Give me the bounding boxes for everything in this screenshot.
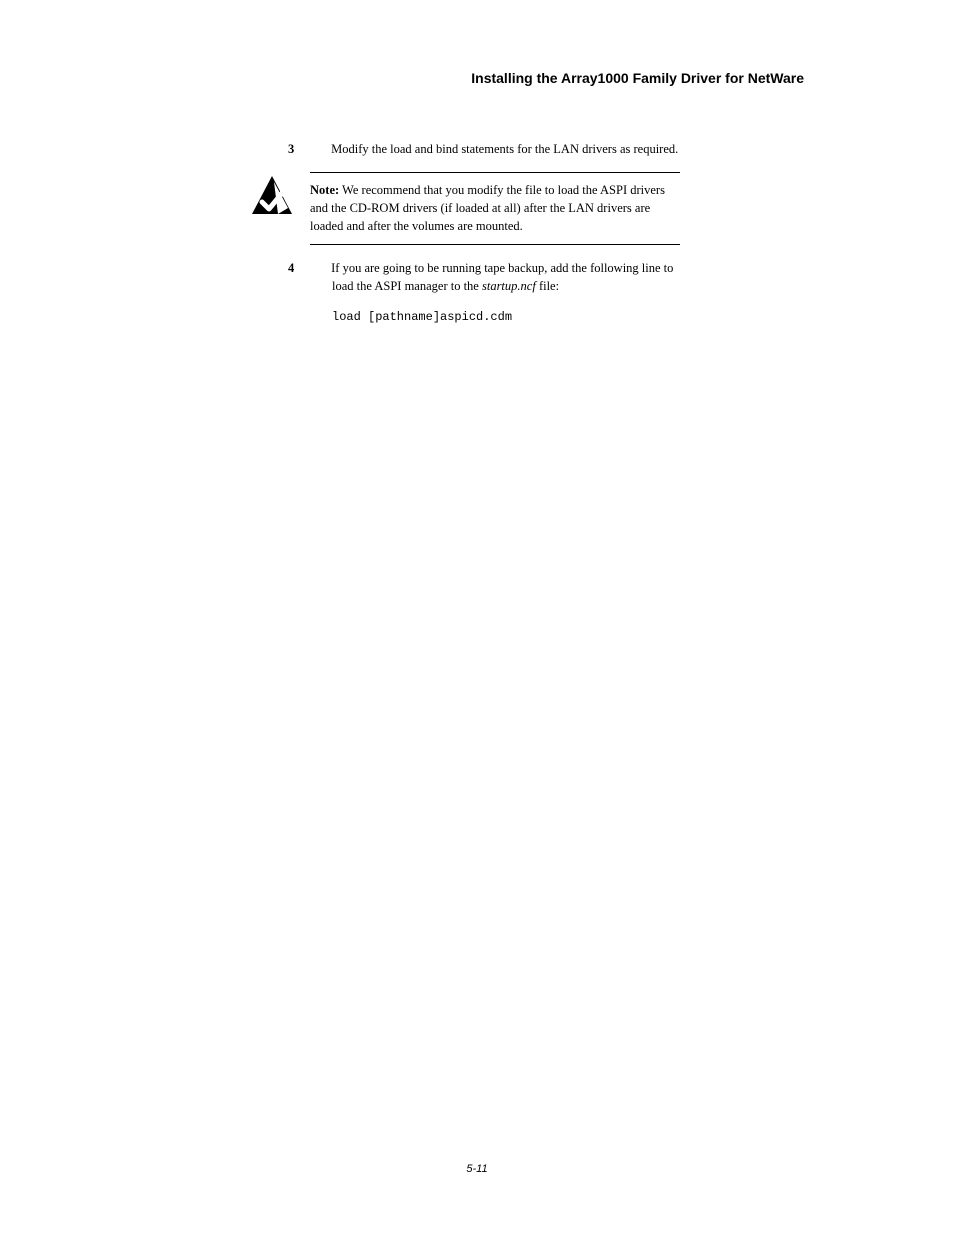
note-label: Note: — [310, 183, 339, 197]
body-column: 3 Modify the load and bind statements fo… — [310, 140, 680, 340]
page: Installing the Array1000 Family Driver f… — [0, 0, 954, 1235]
header-title: Installing the Array1000 Family Driver f… — [471, 70, 804, 86]
step-4-filename: startup.ncf — [482, 279, 536, 293]
running-header: Installing the Array1000 Family Driver f… — [471, 70, 804, 86]
note-content: Note: We recommend that you modify the f… — [310, 173, 680, 243]
step-4-text-after: file: — [536, 279, 559, 293]
note-block: Note: We recommend that you modify the f… — [310, 172, 680, 244]
page-footer: 5-11 — [0, 1163, 954, 1175]
checkmark-triangle-icon — [250, 174, 294, 218]
page-number: 5-11 — [466, 1163, 487, 1175]
step-3-text: Modify the load and bind statements for … — [328, 142, 678, 156]
step-4-number: 4 — [310, 259, 328, 277]
step-3: 3 Modify the load and bind statements fo… — [310, 140, 680, 158]
step-4: 4 If you are going to be running tape ba… — [310, 259, 680, 295]
code-line: load [pathname]aspicd.cdm — [310, 309, 680, 326]
step-3-number: 3 — [310, 140, 328, 158]
code-text: load [pathname]aspicd.cdm — [332, 310, 512, 324]
note-text: We recommend that you modify the file to… — [310, 183, 665, 233]
note-rule-bottom — [310, 244, 680, 245]
